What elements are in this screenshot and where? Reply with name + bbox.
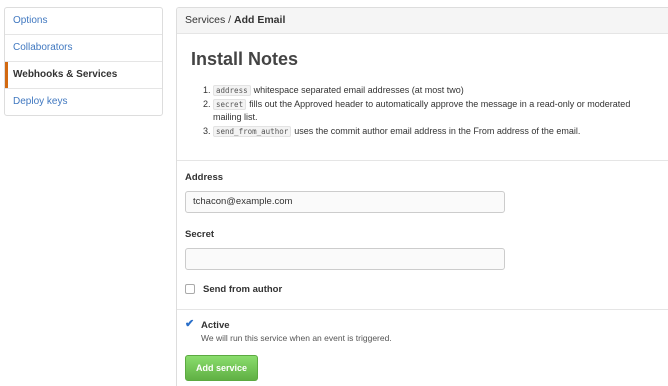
- send-from-author-label: Send from author: [203, 283, 283, 295]
- note-code: secret: [213, 99, 247, 110]
- sidebar-item-collaborators[interactable]: Collaborators: [5, 35, 162, 62]
- sidebar-item-options[interactable]: Options: [5, 8, 162, 35]
- settings-sidebar: Options Collaborators Webhooks & Service…: [4, 7, 163, 116]
- active-help-text: We will run this service when an event i…: [201, 333, 392, 343]
- secret-label: Secret: [185, 229, 215, 240]
- install-notes-list: addresswhitespace separated email addres…: [191, 84, 655, 138]
- sidebar-item-webhooks-services[interactable]: Webhooks & Services: [5, 62, 162, 89]
- note-text: uses the commit author email address in …: [294, 126, 581, 136]
- send-from-author-option[interactable]: Send from author: [185, 282, 661, 296]
- active-label: Active: [201, 320, 230, 331]
- install-notes-title: Install Notes: [191, 49, 299, 69]
- service-form: Address tchacon@example.com Secret Send …: [177, 161, 668, 381]
- active-checkbox-checked-icon[interactable]: ✔: [185, 319, 195, 330]
- note-text: fills out the Approved header to automat…: [213, 99, 631, 122]
- secret-field[interactable]: [185, 248, 505, 270]
- note-item: addresswhitespace separated email addres…: [213, 84, 655, 97]
- note-item: send_from_authoruses the commit author e…: [213, 125, 655, 138]
- address-label: Address: [185, 172, 224, 183]
- active-option[interactable]: ✔ Active: [185, 319, 661, 332]
- note-code: address: [213, 85, 251, 96]
- breadcrumb-current: Add Email: [234, 14, 286, 26]
- sidebar-item-deploy-keys[interactable]: Deploy keys: [5, 89, 162, 115]
- send-from-author-checkbox[interactable]: [185, 284, 195, 294]
- note-item: secretfills out the Approved header to a…: [213, 98, 655, 124]
- note-text: whitespace separated email addresses (at…: [253, 85, 464, 95]
- breadcrumb: Services / Add Email: [177, 8, 668, 34]
- address-field[interactable]: tchacon@example.com: [185, 191, 505, 213]
- service-panel: Services / Add Email Install Notes addre…: [176, 7, 668, 386]
- divider: [177, 309, 668, 310]
- add-service-button[interactable]: Add service: [185, 355, 259, 381]
- install-notes: Install Notes addresswhitespace separate…: [177, 34, 668, 161]
- note-code: send_from_author: [213, 126, 292, 137]
- breadcrumb-parent[interactable]: Services /: [185, 14, 234, 26]
